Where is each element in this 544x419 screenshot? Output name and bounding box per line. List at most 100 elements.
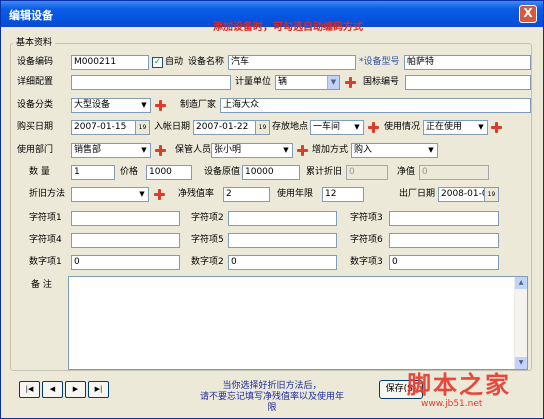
service-life-input[interactable]: 12 [322,187,364,202]
factory-date-input[interactable]: 2008-01-01 19 [438,187,499,202]
num3-label: 数字项3 [350,257,383,267]
residual-rate-label: 净残值率 [178,189,215,199]
chevron-down-icon[interactable]: ▼ [351,121,363,134]
purchase-date-label: 购买日期 [17,122,54,132]
price-label: 价格 [120,167,139,177]
chevron-down-icon[interactable]: ▼ [327,76,339,89]
text2-label: 字符项2 [191,213,224,223]
chevron-down-icon[interactable]: ▼ [425,144,437,157]
depr-method-select[interactable]: ▼ [71,187,149,202]
text4-label: 字符项4 [29,235,62,245]
entry-date-value: 2007-01-22 [196,122,249,132]
scroll-down-icon[interactable]: ▼ [515,357,527,369]
depr-method-label: 折旧方法 [29,189,66,199]
text6-input[interactable] [389,233,499,248]
remarks-scrollbar[interactable]: ▲ ▼ [514,277,527,369]
prev-record-button[interactable]: ◀ [42,381,63,398]
add-depr-method-icon[interactable] [154,189,165,200]
text6-label: 字符项6 [350,235,383,245]
manufacturer-input[interactable]: 上海大众 [220,98,531,113]
remarks-textarea[interactable]: ▲ ▼ [68,276,528,370]
add-location-icon[interactable] [368,122,379,133]
purchase-date-value: 2007-01-15 [74,122,127,132]
chevron-down-icon[interactable]: ▼ [138,99,150,112]
dept-select[interactable]: 销售部 ▼ [71,143,151,158]
accum-depr-label: 累计折旧 [306,167,343,177]
text4-input[interactable] [71,233,180,248]
add-unit-icon[interactable] [345,77,356,88]
usage-status-value: 正在使用 [426,122,463,132]
location-value: 一车间 [313,122,341,132]
keeper-select[interactable]: 张小明 ▼ [211,143,293,158]
category-value: 大型设备 [74,100,111,110]
original-value-label: 设备原值 [204,167,241,177]
close-button[interactable]: X [519,5,537,23]
intl-code-input[interactable] [405,75,531,90]
text1-label: 字符项1 [29,213,62,223]
calendar-icon[interactable]: 19 [484,188,498,201]
residual-rate-input[interactable]: 2 [223,187,270,202]
chevron-down-icon[interactable]: ▼ [280,144,292,157]
device-model-label: *设备型号 [359,57,400,67]
add-keeper-icon[interactable] [297,145,308,156]
window-title: 编辑设备 [9,9,53,22]
chevron-down-icon[interactable]: ▼ [475,121,487,134]
add-category-icon[interactable] [155,100,166,111]
detail-config-input[interactable] [71,75,231,90]
device-model-input[interactable]: 帕萨特 [404,55,531,70]
next-record-button[interactable]: ▶ [65,381,86,398]
hint-text: 当你选择好折旧方法后， 请不要忘记填写净残值率以及使用年限 [197,381,347,414]
calendar-icon[interactable]: 19 [135,121,149,134]
device-name-input[interactable]: 汽车 [228,55,356,70]
num2-input[interactable]: 0 [228,255,337,270]
add-dept-icon[interactable] [155,145,166,156]
add-usage-status-icon[interactable] [491,122,502,133]
last-record-button[interactable]: ▶| [88,381,109,398]
chevron-down-icon[interactable]: ▼ [138,144,150,157]
net-value-input: 0 [419,165,489,180]
device-code-input[interactable]: M000211 [71,55,149,70]
edit-device-window: 编辑设备 X 添加设备时，可勾选自动编码方式 基本资料 设备编码 M000211… [0,0,544,419]
hint-line-1: 当你选择好折旧方法后， [222,381,322,391]
keeper-value: 张小明 [214,145,242,155]
auto-code-label: 自动 [165,57,184,67]
usage-status-select[interactable]: 正在使用 ▼ [423,120,488,135]
watermark-url: www.jb51.net [421,399,483,409]
location-select[interactable]: 一车间 ▼ [310,120,364,135]
text5-input[interactable] [228,233,337,248]
num2-label: 数字项2 [191,257,224,267]
text3-input[interactable] [389,211,499,226]
manufacturer-label: 制造厂家 [180,100,217,110]
unit-select[interactable]: 辆 ▼ [275,75,340,90]
auto-code-checkbox[interactable]: ✓ [152,57,163,68]
watermark-logo: 脚本之家 [407,371,511,399]
entry-date-input[interactable]: 2007-01-22 19 [193,120,270,135]
net-value-label: 净值 [397,167,416,177]
unit-label: 计量单位 [235,77,272,87]
text1-input[interactable] [71,211,180,226]
price-input[interactable]: 1000 [146,165,192,180]
device-name-label: 设备名称 [188,57,225,67]
add-method-value: 购入 [354,145,373,155]
add-method-label: 增加方式 [312,145,349,155]
purchase-date-input[interactable]: 2007-01-15 19 [71,120,150,135]
category-label: 设备分类 [17,100,54,110]
category-select[interactable]: 大型设备 ▼ [71,98,151,113]
text2-input[interactable] [228,211,337,226]
calendar-icon[interactable]: 19 [255,121,269,134]
scroll-up-icon[interactable]: ▲ [515,277,527,289]
annotation-text: 添加设备时，可勾选自动编码方式 [213,22,363,33]
detail-config-label: 详细配置 [17,77,54,87]
service-life-label: 使用年限 [277,189,314,199]
original-value-input[interactable]: 10000 [242,165,300,180]
quantity-input[interactable]: 1 [71,165,115,180]
keeper-label: 保管人员 [175,145,212,155]
first-record-button[interactable]: |◀ [19,381,40,398]
text3-label: 字符项3 [350,213,383,223]
num1-input[interactable]: 0 [71,255,180,270]
hint-line-2: 请不要忘记填写净残值率以及使用年限 [199,392,344,413]
location-label: 存放地点 [272,122,309,132]
chevron-down-icon[interactable]: ▼ [136,188,148,201]
num3-input[interactable]: 0 [389,255,499,270]
add-method-select[interactable]: 购入 ▼ [351,143,438,158]
